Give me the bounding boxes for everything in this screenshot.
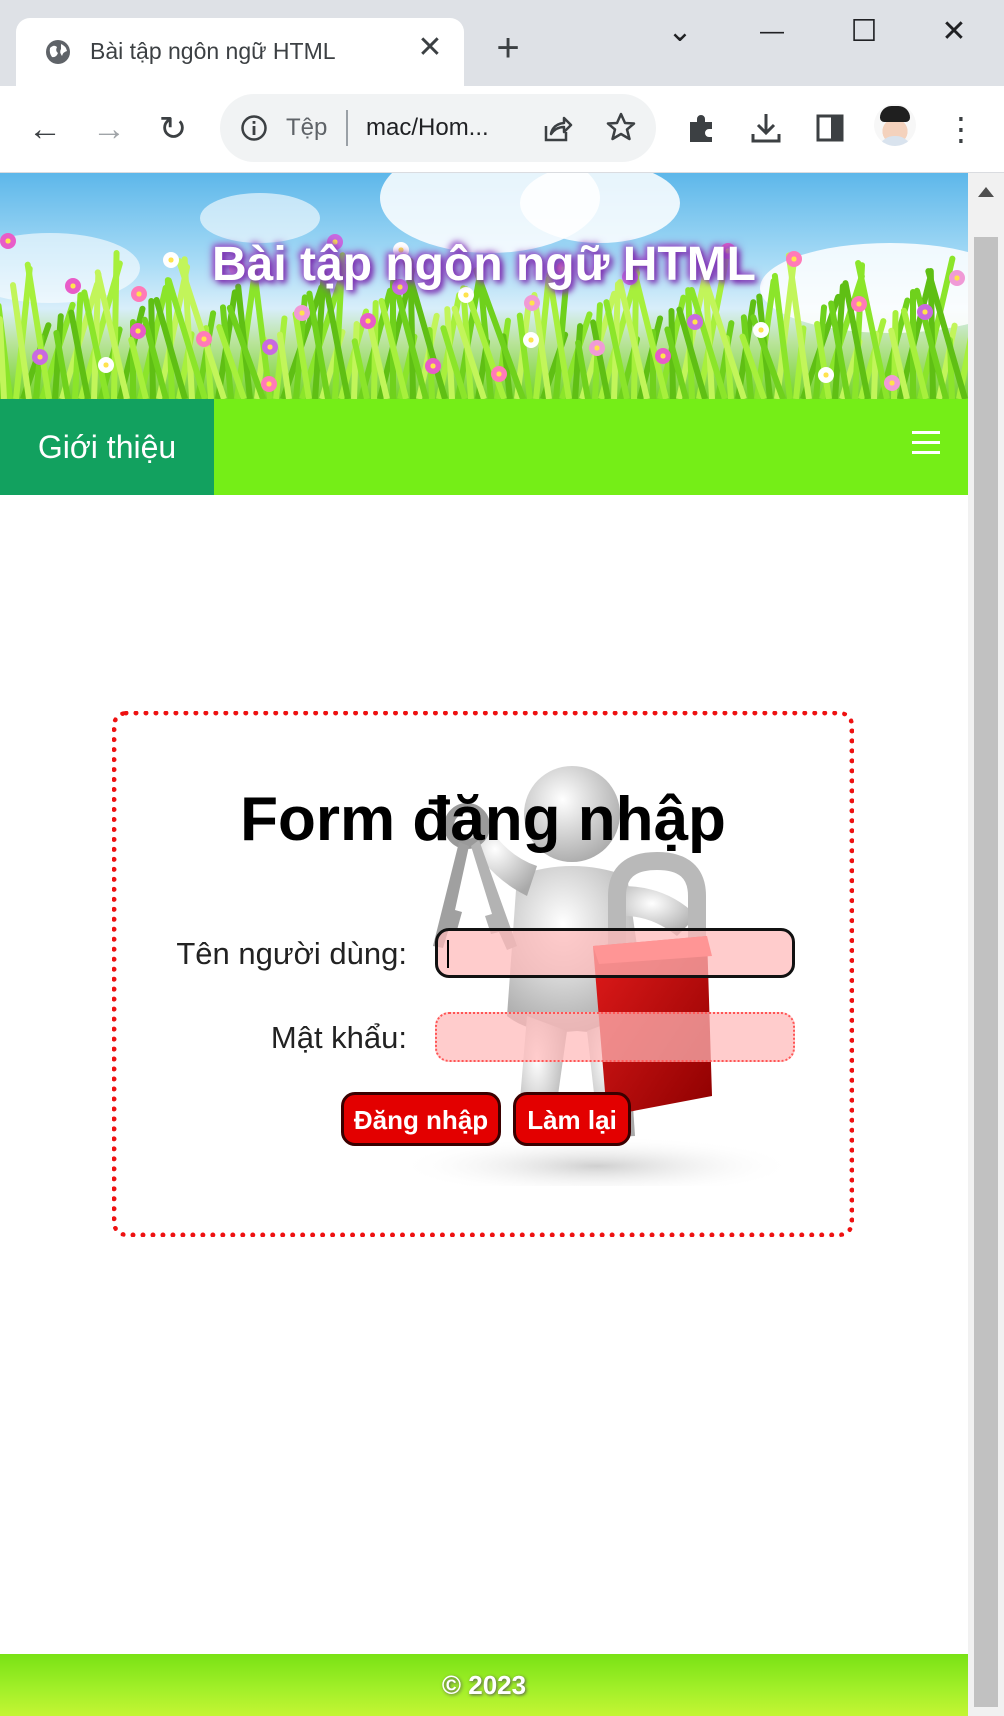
- profile-avatar[interactable]: [874, 104, 916, 146]
- avatar-shirt: [878, 136, 912, 146]
- tab-title: Bài tập ngôn ngữ HTML: [90, 38, 336, 64]
- flower: [491, 366, 507, 382]
- flower: [360, 313, 376, 329]
- side-panel-icon[interactable]: [812, 110, 848, 146]
- address-separator: [346, 110, 348, 146]
- flower: [589, 340, 605, 356]
- avatar-hair: [880, 106, 910, 122]
- flower: [98, 357, 114, 373]
- browser-toolbar: ← → ↻ Tệp mac/Hom... ⋮: [0, 86, 1004, 173]
- page-footer: © 2023: [0, 1654, 968, 1716]
- vertical-scrollbar[interactable]: [968, 173, 1004, 1716]
- username-label: Tên người dùng:: [176, 936, 407, 971]
- reset-button[interactable]: Làm lại: [513, 1092, 631, 1146]
- browser-menu-button[interactable]: ⋮: [940, 108, 982, 150]
- info-icon[interactable]: [240, 114, 268, 142]
- window-close-button[interactable]: ✕: [934, 12, 974, 52]
- page-viewport: Bài tập ngôn ngữ HTML Giới thiệu Form đă…: [0, 173, 968, 1716]
- back-button[interactable]: ←: [24, 108, 66, 150]
- download-icon[interactable]: [748, 110, 784, 146]
- flower: [425, 358, 441, 374]
- flower: [655, 348, 671, 364]
- flower: [294, 305, 310, 321]
- cloud: [200, 193, 320, 243]
- flower: [687, 314, 703, 330]
- address-bar[interactable]: Tệp mac/Hom...: [220, 94, 656, 162]
- new-tab-button[interactable]: +: [490, 28, 526, 68]
- flower: [524, 295, 540, 311]
- browser-tab[interactable]: Bài tập ngôn ngữ HTML ✕: [16, 18, 464, 86]
- flower: [884, 375, 900, 391]
- password-input[interactable]: [435, 1012, 795, 1062]
- forward-button[interactable]: →: [88, 108, 130, 150]
- flower: [818, 367, 834, 383]
- address-scheme: Tệp: [286, 114, 328, 141]
- flower: [851, 296, 867, 312]
- browser-titlebar: Bài tập ngôn ngữ HTML ✕ + ⌄ — ☐ ✕: [0, 0, 1004, 86]
- flower: [753, 322, 769, 338]
- site-header-banner: Bài tập ngôn ngữ HTML: [0, 173, 968, 399]
- flower: [196, 331, 212, 347]
- password-label: Mật khẩu:: [270, 1020, 407, 1055]
- hamburger-line: [912, 431, 940, 434]
- form-title: Form đăng nhập: [240, 785, 726, 854]
- tab-search-chevron-icon[interactable]: ⌄: [660, 12, 700, 52]
- nav-item-gioi-thieu[interactable]: Giới thiệu: [0, 399, 214, 495]
- flower: [523, 332, 539, 348]
- login-form: Form đăng nhập Tên người dùng: Mật khẩu:…: [112, 711, 854, 1237]
- globe-icon: [46, 40, 70, 64]
- tab-close-icon[interactable]: ✕: [414, 32, 446, 64]
- hamburger-line: [912, 451, 940, 454]
- scrollbar-thumb[interactable]: [974, 237, 998, 1707]
- bookmark-star-icon[interactable]: [604, 110, 638, 144]
- text-caret: [447, 940, 449, 968]
- login-button[interactable]: Đăng nhập: [341, 1092, 501, 1146]
- site-title: Bài tập ngôn ngữ HTML: [211, 238, 756, 291]
- scroll-up-arrow-icon[interactable]: [978, 187, 994, 197]
- username-input[interactable]: [435, 928, 795, 978]
- address-url[interactable]: mac/Hom...: [366, 114, 489, 142]
- flower: [262, 339, 278, 355]
- hamburger-menu-icon[interactable]: [912, 431, 940, 461]
- extensions-puzzle-icon[interactable]: [684, 110, 720, 146]
- flower: [130, 323, 146, 339]
- hamburger-line: [912, 441, 940, 444]
- reload-button[interactable]: ↻: [152, 108, 194, 150]
- share-icon[interactable]: [540, 112, 574, 146]
- nav-menubar: Giới thiệu: [0, 399, 968, 495]
- maximize-button[interactable]: ☐: [844, 12, 884, 52]
- flower: [261, 376, 277, 392]
- flower: [32, 349, 48, 365]
- minimize-button[interactable]: —: [752, 12, 792, 52]
- flower: [917, 304, 933, 320]
